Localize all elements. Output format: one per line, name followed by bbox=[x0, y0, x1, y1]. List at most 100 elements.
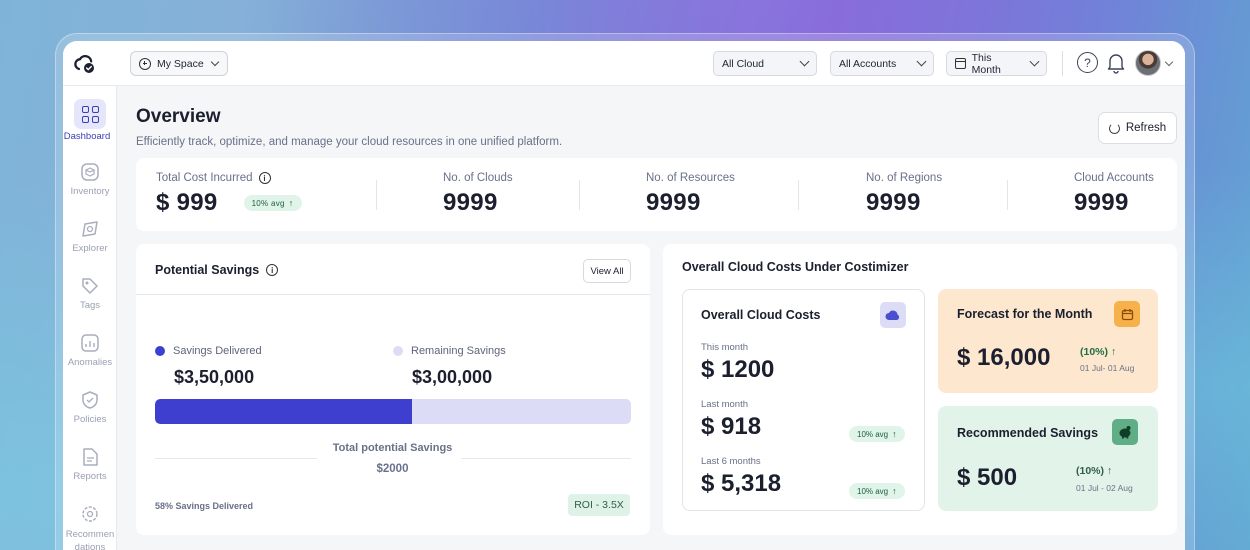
accounts-filter-value: All Accounts bbox=[839, 57, 897, 70]
plus-circle-icon bbox=[139, 57, 151, 70]
this-month-value: $ 1200 bbox=[701, 356, 775, 383]
shield-icon bbox=[82, 391, 98, 409]
six-months-value: $ 5,318 bbox=[701, 470, 782, 497]
savings-progress-bar bbox=[155, 399, 631, 424]
remaining-savings-value: $3,00,000 bbox=[412, 367, 493, 387]
explorer-icon bbox=[82, 221, 98, 237]
overall-cloud-costs-panel: Overall Cloud Costs This month $ 1200 La… bbox=[682, 289, 925, 511]
legend-dot bbox=[393, 346, 403, 356]
sidebar-item-inventory[interactable]: Inventory bbox=[63, 161, 117, 197]
divider bbox=[136, 294, 650, 295]
forecast-dates: 01 Jul- 01 Aug bbox=[1080, 363, 1135, 373]
last-month-value: $ 918 bbox=[701, 413, 762, 440]
stat-value: 9999 bbox=[1074, 189, 1129, 216]
sidebar-item-label: Inventory bbox=[70, 186, 110, 197]
app-logo-icon[interactable] bbox=[73, 52, 97, 76]
legend-remaining-savings: Remaining Savings bbox=[393, 345, 506, 357]
legend-label: Remaining Savings bbox=[411, 345, 506, 357]
help-icon[interactable]: ? bbox=[1077, 52, 1098, 73]
recommended-savings-panel: Recommended Savings $ 500 (10%) ↑ 01 Jul… bbox=[938, 406, 1158, 511]
potential-savings-card: Potential Savings i View All Savings Del… bbox=[136, 244, 650, 535]
roi-badge: ROI - 3.5X bbox=[568, 494, 630, 516]
chevron-down-icon bbox=[210, 57, 219, 66]
cloud-filter-dropdown[interactable]: All Cloud bbox=[713, 51, 817, 76]
stat-cloud-accounts: Cloud Accounts 9999 bbox=[1074, 172, 1154, 217]
stat-label: Cloud Accounts bbox=[1074, 172, 1154, 184]
potential-savings-title: Potential Savings bbox=[155, 263, 260, 277]
recommendations-icon bbox=[82, 506, 98, 522]
topbar-divider bbox=[1062, 51, 1063, 76]
notification-bell-icon[interactable] bbox=[1107, 52, 1125, 74]
sidebar-item-label: Policies bbox=[73, 414, 107, 425]
trend-badge: 10% avg ↑ bbox=[849, 483, 905, 499]
recommended-change-label: (10%) bbox=[1076, 465, 1105, 477]
view-all-button[interactable]: View All bbox=[583, 259, 631, 283]
divider bbox=[1007, 180, 1008, 210]
overall-costs-card: Overall Cloud Costs Under Costimizer Ove… bbox=[663, 244, 1177, 535]
trend-badge-label: 10% avg bbox=[857, 486, 889, 496]
savings-progress-fill bbox=[155, 399, 413, 424]
divider bbox=[579, 180, 580, 210]
trend-badge-label: 10% avg bbox=[857, 429, 889, 439]
page-title: Overview bbox=[136, 106, 221, 127]
stat-regions: No. of Regions 9999 bbox=[866, 172, 942, 217]
forecast-panel: Forecast for the Month $ 16,000 (10%) ↑ … bbox=[938, 289, 1158, 393]
sidebar-item-label: Tags bbox=[79, 300, 101, 311]
panel-title: Recommended Savings bbox=[957, 426, 1099, 440]
inventory-icon bbox=[81, 163, 99, 181]
reports-icon bbox=[83, 448, 98, 466]
panel-title: Forecast for the Month bbox=[957, 307, 1093, 321]
this-month-label: This month bbox=[701, 342, 748, 353]
sidebar-item-explorer[interactable]: Explorer bbox=[63, 218, 117, 254]
savings-delivered-value: $3,50,000 bbox=[174, 367, 255, 387]
user-avatar[interactable] bbox=[1135, 50, 1161, 76]
anomalies-icon bbox=[81, 334, 99, 352]
stat-value: $ 999 bbox=[156, 189, 218, 216]
app-window: My Space All Cloud All Accounts This Mon… bbox=[63, 41, 1185, 550]
six-months-label: Last 6 months bbox=[701, 456, 761, 467]
stat-label: No. of Clouds bbox=[443, 172, 513, 184]
info-icon[interactable]: i bbox=[266, 264, 279, 276]
arrow-up-icon: ↑ bbox=[288, 198, 294, 208]
stat-value: 9999 bbox=[866, 189, 921, 216]
info-icon[interactable]: i bbox=[258, 172, 271, 184]
divider bbox=[155, 458, 317, 459]
sidebar-item-dashboard[interactable]: Dashboard bbox=[63, 99, 117, 142]
last-month-label: Last month bbox=[701, 399, 748, 410]
recommended-dates: 01 Jul - 02 Aug bbox=[1076, 483, 1133, 493]
top-bar: My Space All Cloud All Accounts This Mon… bbox=[63, 41, 1185, 86]
stat-label: No. of Regions bbox=[866, 172, 943, 184]
sidebar-item-recommendations[interactable]: Recommen dations bbox=[63, 503, 117, 550]
stat-clouds: No. of Clouds 9999 bbox=[443, 172, 513, 217]
arrow-up-icon: ↑ bbox=[892, 486, 897, 496]
chevron-down-icon[interactable] bbox=[1164, 57, 1174, 67]
calendar-icon bbox=[1114, 301, 1140, 327]
sidebar-item-policies[interactable]: Policies bbox=[63, 389, 117, 425]
calendar-icon bbox=[955, 58, 966, 69]
refresh-button[interactable]: Refresh bbox=[1098, 112, 1177, 144]
stat-value: 9999 bbox=[443, 189, 498, 216]
sidebar-item-reports[interactable]: Reports bbox=[63, 446, 117, 482]
total-potential-savings-value: $2000 bbox=[376, 463, 409, 475]
sidebar: Dashboard Inventory Explorer Tags Anomal… bbox=[63, 86, 117, 550]
page-subtitle: Efficiently track, optimize, and manage … bbox=[136, 136, 563, 148]
stat-value: 9999 bbox=[646, 189, 701, 216]
tag-icon bbox=[82, 278, 98, 294]
period-filter-dropdown[interactable]: This Month bbox=[946, 51, 1047, 76]
divider bbox=[376, 180, 377, 210]
legend-label: Savings Delivered bbox=[173, 345, 262, 357]
forecast-change: (10%) ↑ bbox=[1080, 346, 1116, 358]
sidebar-item-anomalies[interactable]: Anomalies bbox=[63, 332, 117, 368]
recommended-change: (10%) ↑ bbox=[1076, 465, 1112, 477]
chevron-down-icon bbox=[799, 56, 810, 67]
panel-title: Overall Cloud Costs bbox=[701, 308, 821, 322]
cloud-filter-value: All Cloud bbox=[722, 57, 765, 70]
sidebar-item-tags[interactable]: Tags bbox=[63, 275, 117, 311]
forecast-value: $ 16,000 bbox=[957, 344, 1051, 371]
legend-savings-delivered: Savings Delivered bbox=[155, 345, 262, 357]
arrow-up-icon: ↑ bbox=[1110, 346, 1117, 358]
refresh-label: Refresh bbox=[1125, 122, 1167, 134]
card-title: Overall Cloud Costs Under Costimizer bbox=[682, 260, 909, 274]
my-space-button[interactable]: My Space bbox=[130, 51, 228, 76]
accounts-filter-dropdown[interactable]: All Accounts bbox=[830, 51, 934, 76]
